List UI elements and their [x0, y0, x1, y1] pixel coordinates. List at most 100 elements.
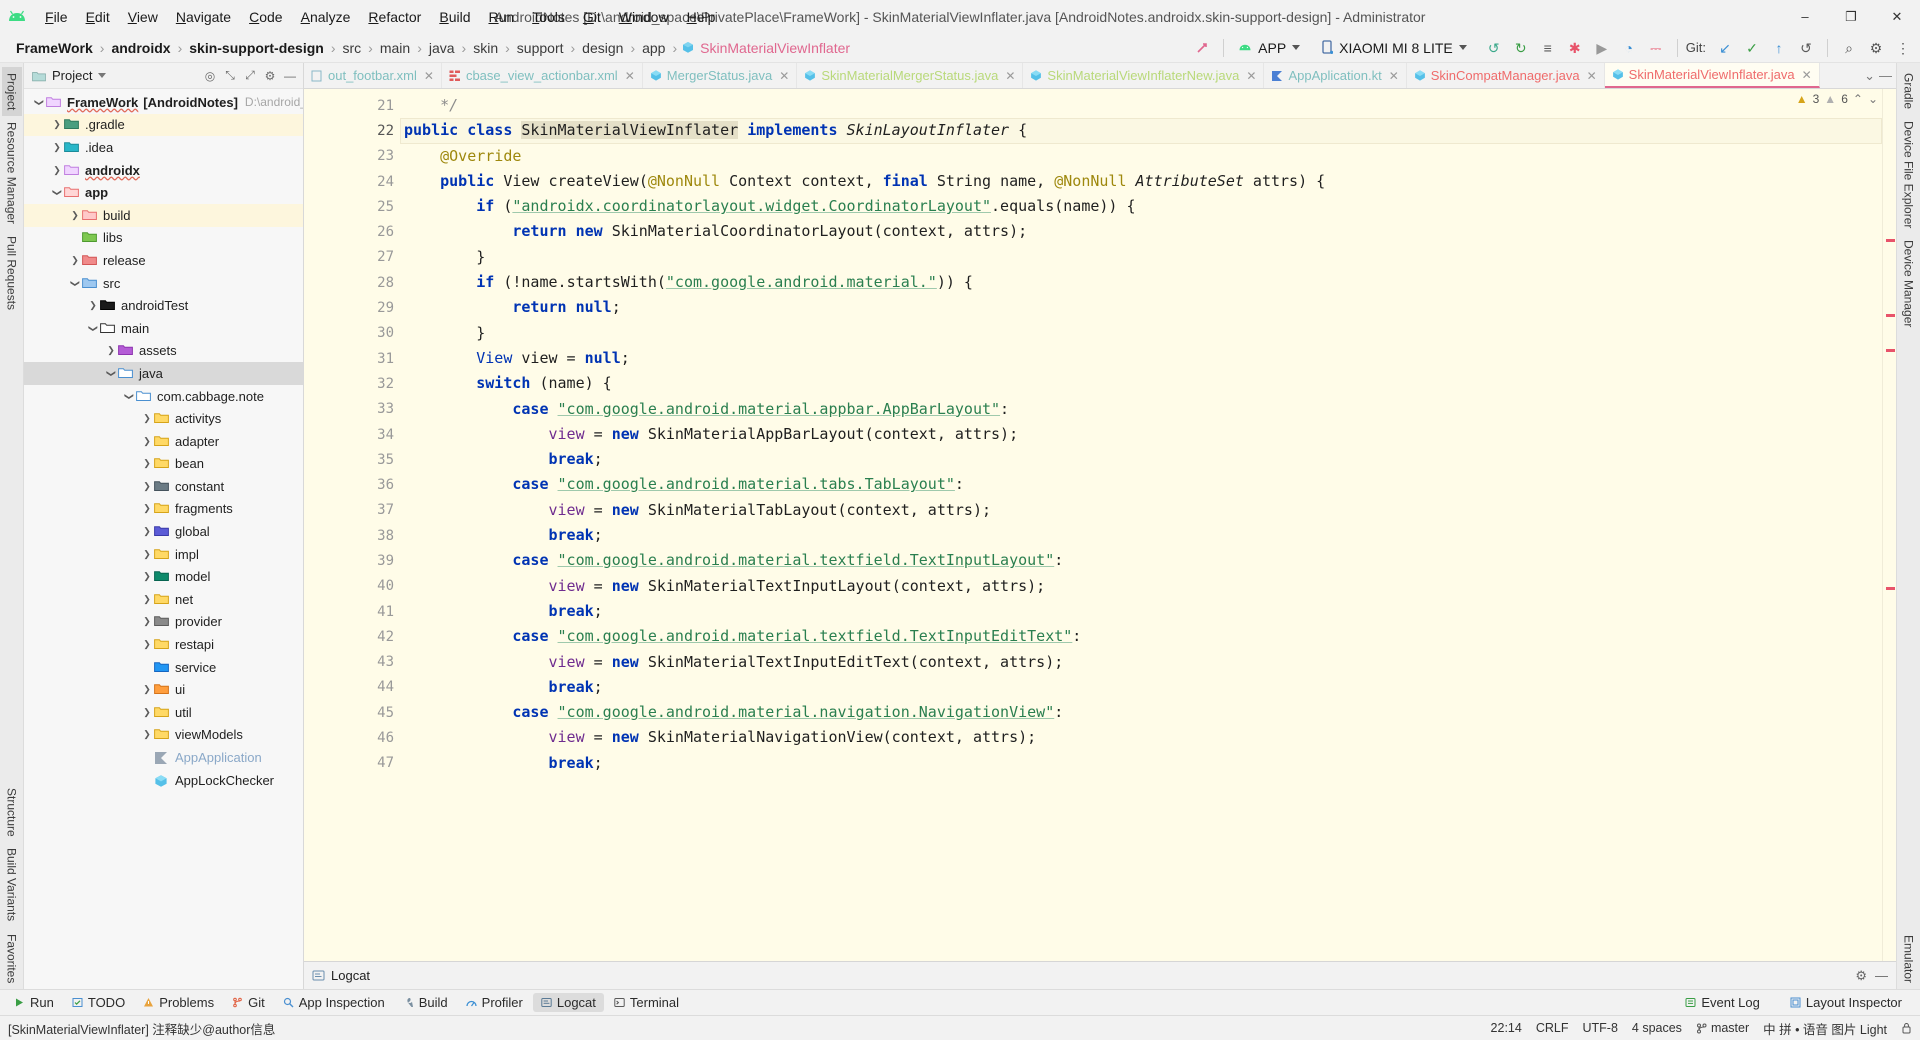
tree-node-libs[interactable]: libs — [24, 227, 303, 250]
editor-tab-skinmaterialviewinflaternew-java[interactable]: SkinMaterialViewInflaterNew.java✕ — [1023, 63, 1264, 88]
chevron-right-icon[interactable]: ❯ — [86, 300, 100, 311]
tree-node-util[interactable]: ❯util — [24, 701, 303, 724]
tree-node-activitys[interactable]: ❯activitys — [24, 407, 303, 430]
minimize-button[interactable]: – — [1782, 1, 1828, 33]
tree-node-androidx[interactable]: ❯androidx — [24, 159, 303, 182]
menu-item-build[interactable]: Build — [430, 6, 479, 28]
hide-icon[interactable]: — — [281, 67, 299, 85]
breadcrumb-item-framework[interactable]: FrameWork — [14, 40, 95, 56]
gutter-line-25[interactable]: 25− — [304, 194, 400, 219]
tab-list-icon[interactable]: ⌄ — [1864, 68, 1875, 84]
chevron-right-icon[interactable]: ❯ — [68, 210, 82, 221]
rail-item-device-manager[interactable]: Device Manager — [1899, 234, 1919, 333]
tree-node-impl[interactable]: ❯impl — [24, 543, 303, 566]
chevron-right-icon[interactable]: ❯ — [140, 526, 154, 537]
layout-inspector-icon[interactable]: ≡ — [1535, 36, 1561, 60]
breadcrumb-item-main[interactable]: main — [378, 40, 412, 56]
code-line-31[interactable]: View view = null; — [400, 346, 1882, 371]
editor-tab-skinmaterialviewinflater-java[interactable]: SkinMaterialViewInflater.java✕ — [1605, 63, 1820, 88]
gutter-line-37[interactable]: 37 — [304, 498, 400, 523]
close-icon[interactable]: ✕ — [424, 69, 434, 83]
breadcrumb-item-skin[interactable]: skin — [471, 40, 500, 56]
chevron-right-icon[interactable]: ❯ — [140, 549, 154, 560]
tree-node-fragments[interactable]: ❯fragments — [24, 498, 303, 521]
error-marker[interactable] — [1886, 587, 1895, 590]
tree-node-model[interactable]: ❯model — [24, 565, 303, 588]
chevron-right-icon[interactable]: ❯ — [50, 165, 64, 176]
tool-window-button-run[interactable]: Run — [6, 993, 62, 1012]
code-line-37[interactable]: view = new SkinMaterialTabLayout(context… — [400, 498, 1882, 523]
menu-item-window[interactable]: Window — [610, 6, 678, 28]
code-line-45[interactable]: case "com.google.android.material.naviga… — [400, 700, 1882, 725]
editor-tab-appaplication-kt[interactable]: AppAplication.kt✕ — [1264, 63, 1406, 88]
gutter-line-36[interactable]: 36 — [304, 472, 400, 497]
gutter-line-27[interactable]: 27└ — [304, 245, 400, 270]
chevron-right-icon[interactable]: ❯ — [50, 119, 64, 130]
code-line-24[interactable]: public View createView(@NonNull Context … — [400, 169, 1882, 194]
tree-node-assets[interactable]: ❯assets — [24, 340, 303, 363]
profiler-icon[interactable]: ◔ — [1616, 36, 1642, 60]
code-line-28[interactable]: if (!name.startsWith("com.google.android… — [400, 270, 1882, 295]
tool-window-button-profiler[interactable]: Profiler — [458, 993, 531, 1012]
git-history-icon[interactable]: ↺ — [1793, 36, 1819, 60]
chevron-down-icon[interactable]: ❯ — [52, 186, 63, 200]
code-line-47[interactable]: break; — [400, 751, 1882, 776]
gutter-line-26[interactable]: 26 — [304, 219, 400, 244]
tool-window-button-todo[interactable]: TODO — [64, 993, 133, 1012]
run-anything-icon[interactable] — [1189, 36, 1215, 60]
code-line-39[interactable]: case "com.google.android.material.textfi… — [400, 548, 1882, 573]
chevron-down-icon[interactable]: ❯ — [106, 366, 117, 380]
close-icon[interactable]: ✕ — [1246, 69, 1256, 83]
git-push-icon[interactable]: ↑ — [1766, 36, 1792, 60]
breadcrumb-item-skinmaterialviewinflater[interactable]: SkinMaterialViewInflater — [698, 40, 852, 56]
chevron-down-icon[interactable]: ❯ — [88, 321, 99, 335]
line-separator[interactable]: CRLF — [1536, 1021, 1569, 1035]
close-button[interactable]: ✕ — [1874, 1, 1920, 33]
close-icon[interactable]: ✕ — [779, 69, 789, 83]
tree-node-bean[interactable]: ❯bean — [24, 453, 303, 476]
chevron-right-icon[interactable]: ❯ — [140, 707, 154, 718]
indent-setting[interactable]: 4 spaces — [1632, 1021, 1682, 1035]
gutter-line-21[interactable]: 21 — [304, 93, 400, 118]
rail-item-device-file-explorer[interactable]: Device File Explorer — [1899, 115, 1919, 234]
chevron-right-icon[interactable]: ❯ — [68, 255, 82, 266]
gutter-line-44[interactable]: 44 — [304, 675, 400, 700]
tree-node-app[interactable]: ❯app — [24, 181, 303, 204]
code-line-40[interactable]: view = new SkinMaterialTextInputLayout(c… — [400, 574, 1882, 599]
gutter-line-40[interactable]: 40 — [304, 574, 400, 599]
collapse-all-icon[interactable]: ⤢ — [241, 67, 259, 85]
caret-position[interactable]: 22:14 — [1491, 1021, 1522, 1035]
menu-item-edit[interactable]: Edit — [77, 6, 119, 28]
gutter-line-41[interactable]: 41 — [304, 599, 400, 624]
code-line-35[interactable]: break; — [400, 447, 1882, 472]
code-line-36[interactable]: case "com.google.android.material.tabs.T… — [400, 472, 1882, 497]
breadcrumb-item-java[interactable]: java — [427, 40, 457, 56]
code-line-33[interactable]: case "com.google.android.material.appbar… — [400, 397, 1882, 422]
editor-tab-mergerstatus-java[interactable]: MergerStatus.java✕ — [643, 63, 798, 88]
gutter-line-24[interactable]: 24− — [304, 169, 400, 194]
code-line-22[interactable]: public class SkinMaterialViewInflater im… — [400, 118, 1882, 143]
breadcrumb-item-design[interactable]: design — [580, 40, 625, 56]
menu-item-analyze[interactable]: Analyze — [292, 6, 360, 28]
chevron-down-icon[interactable]: ❯ — [34, 95, 45, 109]
rail-item-gradle[interactable]: Gradle — [1899, 67, 1919, 115]
code-line-32[interactable]: switch (name) { — [400, 371, 1882, 396]
chevron-right-icon[interactable]: ❯ — [140, 616, 154, 627]
chevron-right-icon[interactable]: ❯ — [140, 503, 154, 514]
code-line-46[interactable]: view = new SkinMaterialNavigationView(co… — [400, 725, 1882, 750]
editor-scroll-markers[interactable] — [1882, 89, 1896, 961]
code-line-25[interactable]: if ("androidx.coordinatorlayout.widget.C… — [400, 194, 1882, 219]
close-icon[interactable]: ✕ — [1005, 69, 1015, 83]
tree-node-androidtest[interactable]: ❯androidTest — [24, 294, 303, 317]
tree-node--idea[interactable]: ❯.idea — [24, 136, 303, 159]
menu-item-view[interactable]: View — [119, 6, 167, 28]
gutter-line-29[interactable]: 29 — [304, 295, 400, 320]
code-line-34[interactable]: view = new SkinMaterialAppBarLayout(cont… — [400, 422, 1882, 447]
device-selector[interactable]: XIAOMI MI 8 LITE — [1316, 36, 1473, 60]
editor-gutter[interactable]: 21222324−25−2627└28−2930└3132−3334353637… — [304, 89, 400, 961]
breadcrumb-item-androidx[interactable]: androidx — [109, 40, 172, 56]
error-marker[interactable] — [1886, 349, 1895, 352]
chevron-down-icon[interactable] — [98, 73, 106, 78]
chevron-right-icon[interactable]: ❯ — [140, 639, 154, 650]
menu-item-file[interactable]: File — [36, 6, 77, 28]
